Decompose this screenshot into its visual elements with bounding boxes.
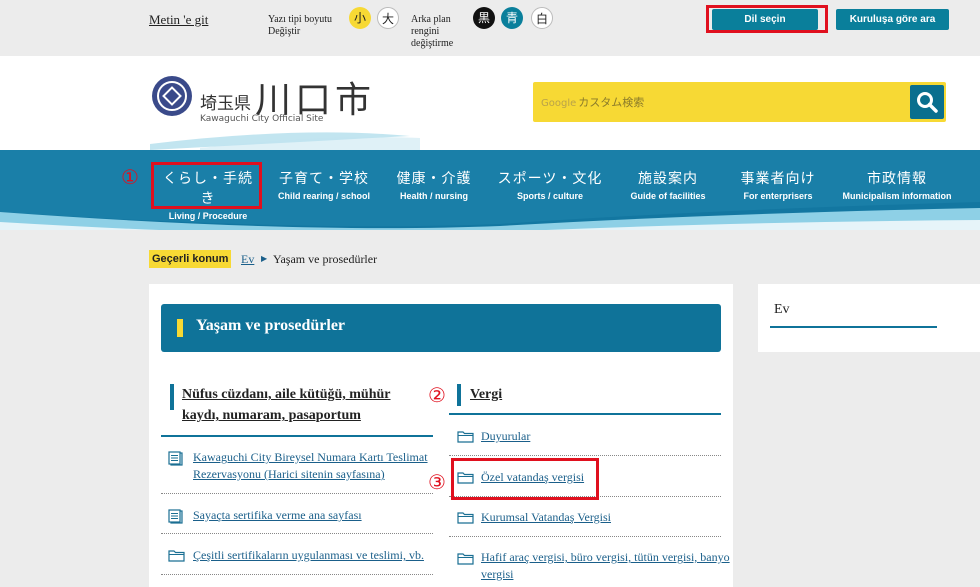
link-individual-number-card-line2[interactable]: Rezervasyonu (Harici sitenin sayfasına)	[193, 466, 385, 483]
link-light-vehicle-tax-line2[interactable]: vergisi	[481, 566, 513, 583]
main-content: Yaşam ve prosedürler Nüfus cüzdanı, aile…	[149, 284, 733, 587]
font-small-button[interactable]: 小	[349, 7, 371, 29]
link-announcements[interactable]: Duyurular	[481, 428, 530, 445]
site-header: 埼玉県 川口市 Kawaguchi City Official Site Goo…	[0, 56, 980, 150]
nav-child-rearing[interactable]: 子育て・学校 Child rearing / school	[274, 168, 374, 201]
link-light-vehicle-tax[interactable]: Hafif araç vergisi, büro vergisi, tütün …	[481, 549, 730, 566]
global-navigation: くらし・手続き Living / Procedure 子育て・学校 Child …	[0, 150, 980, 230]
utility-bar: Metin 'e git Yazı tipi boyutu Değiştir 小…	[0, 0, 980, 56]
right-section-underline	[449, 413, 721, 415]
sidebar: Ev	[758, 284, 980, 352]
left-section-title-line2[interactable]: kaydı, numaram, pasaportum	[182, 405, 361, 426]
divider	[449, 536, 721, 537]
divider	[161, 493, 433, 494]
page-title: Yaşam ve prosedürler	[196, 317, 346, 334]
link-certificate-counter[interactable]: Sayaçta sertifika verme ana sayfası	[193, 507, 362, 524]
title-accent-bar	[177, 319, 183, 337]
document-icon	[168, 451, 183, 466]
breadcrumb-label: Geçerli konum	[149, 250, 232, 268]
search-button[interactable]	[910, 85, 944, 119]
search-placeholder: カスタム検索	[578, 96, 645, 109]
folder-icon	[457, 512, 474, 524]
left-section-accent-bar	[170, 384, 174, 410]
font-size-label: Yazı tipi boyutu Değiştir	[268, 14, 332, 37]
city-emblem-icon[interactable]	[152, 76, 192, 116]
nav-enterprisers[interactable]: 事業者向け For enterprisers	[732, 168, 824, 201]
nav-sports-culture[interactable]: スポーツ・文化 Sports / culture	[496, 168, 604, 201]
org-search-button[interactable]: Kuruluşa göre ara	[836, 9, 949, 30]
link-individual-resident-tax[interactable]: Özel vatandaş vergisi	[481, 469, 584, 486]
breadcrumb-home-link[interactable]: Ev	[241, 252, 254, 267]
nav-wave-decoration	[0, 150, 980, 230]
bg-blue-button[interactable]: 青	[501, 7, 523, 29]
folder-icon	[168, 550, 185, 562]
search-box: Google カスタム検索	[533, 82, 946, 122]
font-large-button[interactable]: 大	[377, 7, 399, 29]
divider	[449, 455, 721, 456]
annotation-number-2: ②	[428, 383, 446, 407]
right-section-accent-bar	[457, 384, 461, 406]
document-icon	[168, 509, 183, 524]
link-corporate-resident-tax[interactable]: Kurumsal Vatandaş Vergisi	[481, 509, 611, 526]
bg-black-button[interactable]: 黒	[473, 7, 495, 29]
left-section-title-line1[interactable]: Nüfus cüzdanı, aile kütüğü, mühür	[182, 384, 391, 405]
page-title-box: Yaşam ve prosedürler	[161, 304, 721, 352]
nav-living-procedure[interactable]: くらし・手続き Living / Procedure	[156, 168, 260, 221]
nav-municipal-info[interactable]: 市政情報 Municipalism information	[842, 168, 952, 201]
folder-icon	[457, 553, 474, 565]
bg-white-button[interactable]: 白	[531, 7, 553, 29]
logo-prefecture: 埼玉県	[200, 94, 251, 114]
divider	[161, 574, 433, 575]
language-select-button[interactable]: Dil seçin	[712, 9, 818, 30]
link-certificates-application[interactable]: Çeşitli sertifikaların uygulanması ve te…	[193, 547, 424, 564]
breadcrumb-arrow-icon: ▶	[261, 254, 268, 263]
link-individual-number-card[interactable]: Kawaguchi City Bireysel Numara Kartı Tes…	[193, 449, 428, 466]
logo-english-name: Kawaguchi City Official Site	[200, 114, 324, 124]
folder-icon	[457, 472, 474, 484]
nav-facilities-guide[interactable]: 施設案内 Guide of facilities	[622, 168, 714, 201]
divider	[161, 533, 433, 534]
bg-color-label: Arka plan rengini değiştirme	[411, 14, 454, 49]
sidebar-home-title[interactable]: Ev	[774, 302, 790, 318]
annotation-number-3: ③	[428, 470, 446, 494]
left-section-underline	[161, 435, 433, 437]
sidebar-underline	[770, 326, 937, 328]
breadcrumb-current: Yaşam ve prosedürler	[273, 252, 378, 266]
folder-icon	[457, 431, 474, 443]
skip-to-content-link[interactable]: Metin 'e git	[149, 12, 208, 28]
nav-health-nursing[interactable]: 健康・介護 Health / nursing	[392, 168, 476, 201]
google-brand-label: Google	[541, 98, 577, 109]
search-input[interactable]: Google カスタム検索	[541, 94, 644, 110]
right-section-title[interactable]: Vergi	[470, 384, 502, 405]
annotation-number-1: ①	[121, 165, 139, 189]
divider	[449, 496, 721, 497]
search-icon	[917, 92, 938, 113]
